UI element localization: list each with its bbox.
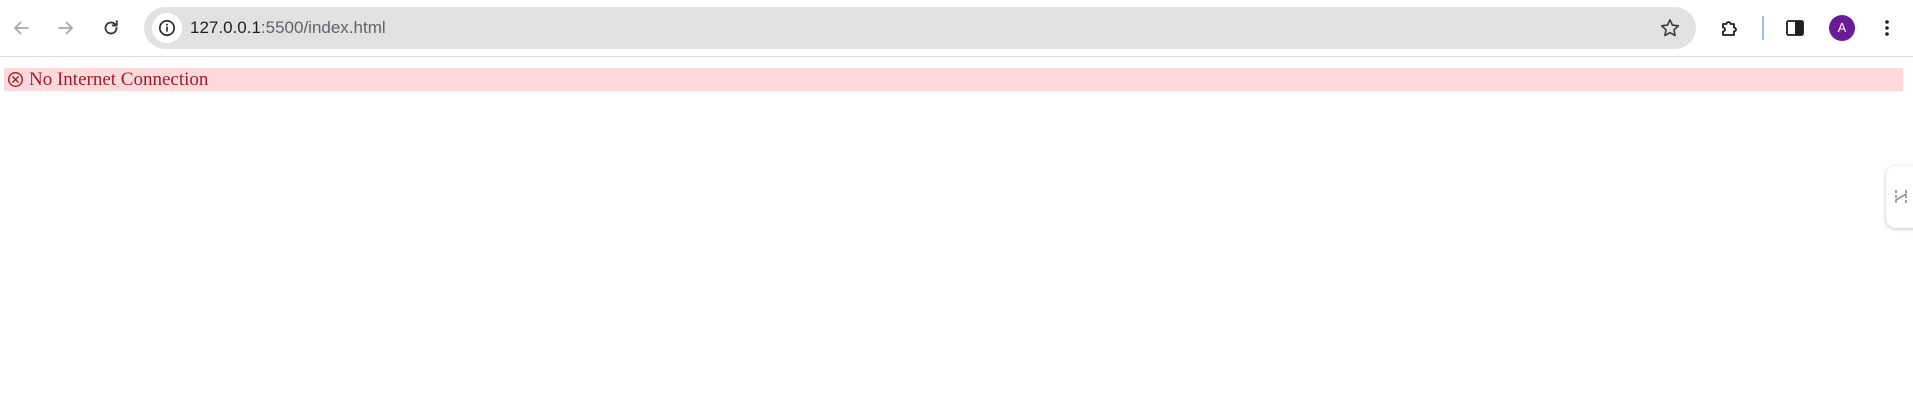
forward-button[interactable] xyxy=(48,10,84,46)
error-banner: No Internet Connection xyxy=(4,68,1903,91)
kebab-menu-icon xyxy=(1885,20,1889,36)
side-panel-button[interactable] xyxy=(1779,12,1811,44)
site-info-button[interactable] xyxy=(152,13,182,43)
url-path: :5500/index.html xyxy=(260,18,386,37)
bookmark-button[interactable] xyxy=(1656,14,1684,42)
circle-x-icon xyxy=(7,71,24,88)
url-text[interactable]: 127.0.0.1:5500/index.html xyxy=(190,7,386,49)
profile-avatar[interactable]: A xyxy=(1829,15,1855,41)
toolbar-separator xyxy=(1762,16,1764,40)
info-icon xyxy=(159,20,175,36)
puzzle-icon xyxy=(1722,21,1737,36)
link-icon xyxy=(1895,190,1907,204)
browser-menu-button[interactable] xyxy=(1871,12,1903,44)
back-button[interactable] xyxy=(3,10,39,46)
address-bar[interactable]: 127.0.0.1:5500/index.html xyxy=(144,7,1696,49)
url-host: 127.0.0.1 xyxy=(190,18,261,37)
side-panel-icon xyxy=(1786,20,1804,36)
browser-toolbar: 127.0.0.1:5500/index.html A xyxy=(0,0,1913,57)
reload-icon xyxy=(104,20,118,35)
error-message: No Internet Connection xyxy=(29,68,209,90)
star-icon xyxy=(1660,19,1680,37)
extensions-button[interactable] xyxy=(1714,12,1746,44)
side-extension-tab[interactable] xyxy=(1886,166,1913,228)
reload-button[interactable] xyxy=(93,10,129,46)
arrow-forward-icon xyxy=(58,21,73,35)
arrow-back-icon xyxy=(14,21,29,35)
